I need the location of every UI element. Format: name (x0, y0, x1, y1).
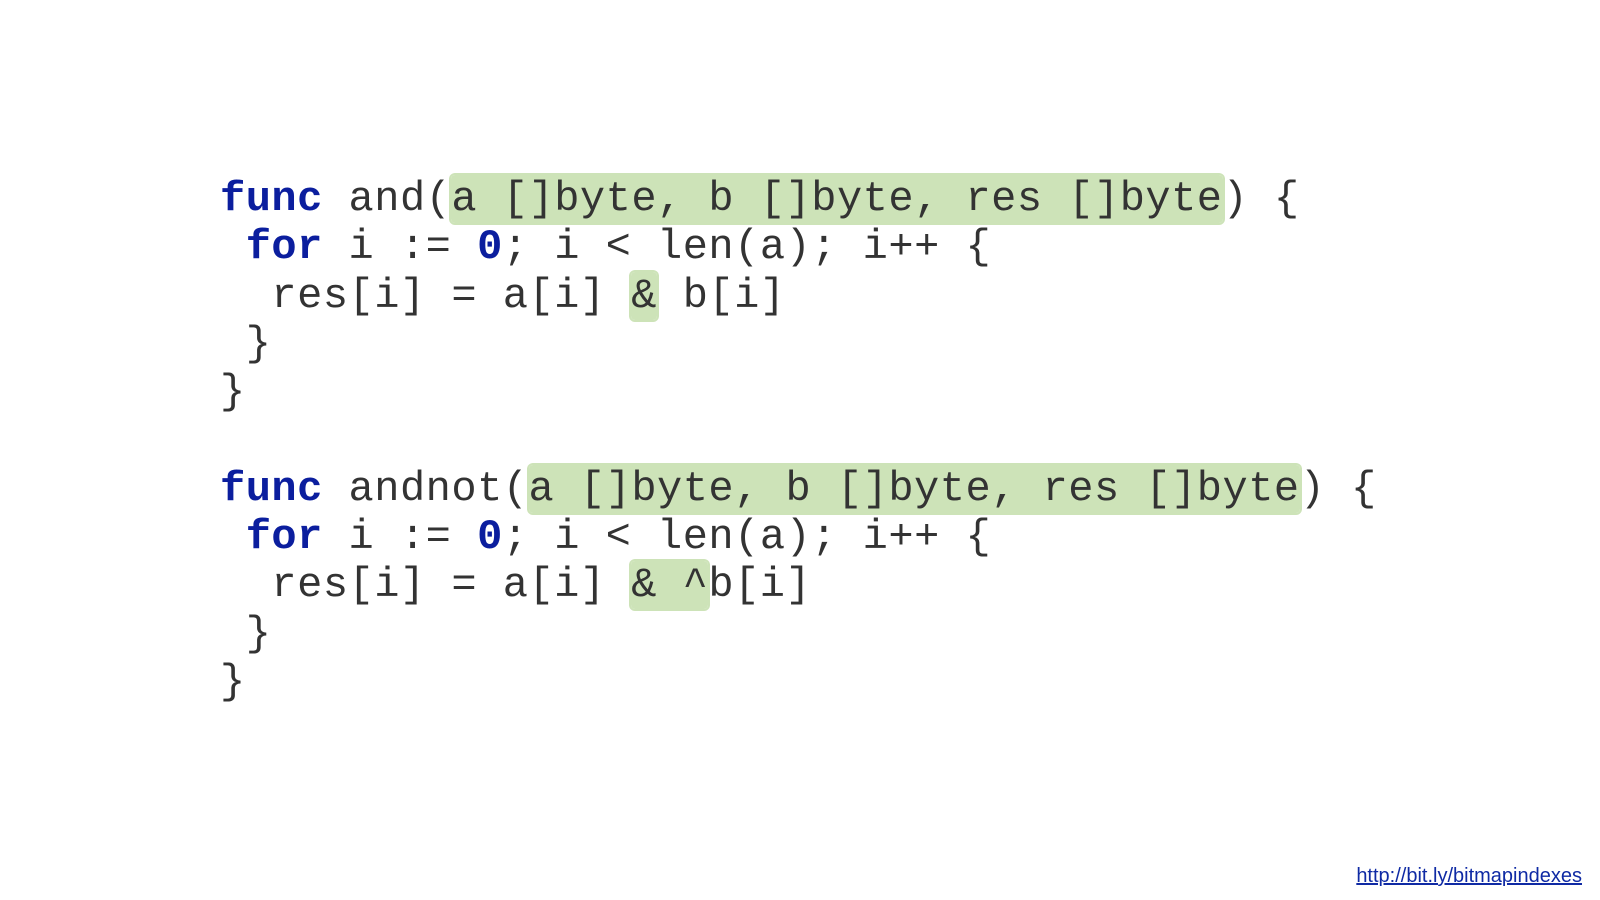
open-paren: ( (503, 465, 529, 513)
body-2: b[i] (657, 272, 786, 320)
operator-highlight: & ^ (631, 561, 708, 609)
params-highlight: a []byte, b []byte, res []byte (451, 175, 1222, 223)
open-paren: ( (426, 175, 452, 223)
for-rest-2: ; i < len(a); i++ { (503, 223, 991, 271)
operator-highlight: & (631, 272, 657, 320)
keyword-func: func (220, 465, 323, 513)
body-1: res[i] = a[i] (220, 272, 631, 320)
keyword-for: for (246, 223, 323, 271)
func-name: andnot (349, 465, 503, 513)
keyword-for: for (246, 513, 323, 561)
for-rest-2: ; i < len(a); i++ { (503, 513, 991, 561)
close-inner: } (220, 610, 271, 658)
slide: func and(a []byte, b []byte, res []byte)… (0, 0, 1600, 900)
number-zero: 0 (477, 513, 503, 561)
func-name: and (349, 175, 426, 223)
body-2: b[i] (708, 561, 811, 609)
footer-link[interactable]: http://bit.ly/bitmapindexes (1356, 865, 1582, 888)
close-outer: } (220, 368, 246, 416)
space (323, 175, 349, 223)
for-rest-1: i := (323, 223, 477, 271)
close-inner: } (220, 320, 271, 368)
body-1: res[i] = a[i] (220, 561, 631, 609)
number-zero: 0 (477, 223, 503, 271)
after-params: ) { (1300, 465, 1377, 513)
code-block: func and(a []byte, b []byte, res []byte)… (220, 175, 1377, 706)
after-params: ) { (1223, 175, 1300, 223)
space (323, 465, 349, 513)
close-outer: } (220, 658, 246, 706)
params-highlight: a []byte, b []byte, res []byte (529, 465, 1300, 513)
keyword-func: func (220, 175, 323, 223)
for-rest-1: i := (323, 513, 477, 561)
